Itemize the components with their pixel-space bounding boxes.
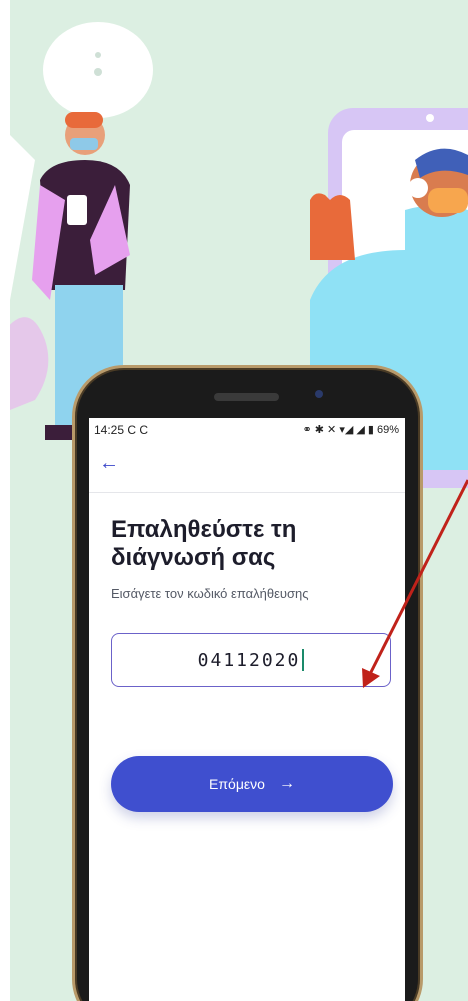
annotation-arrow: [362, 479, 468, 688]
illustration-background: 14:25 C C ⚭ ✱ ✕ ▾◢ ◢ ▮ 69% ← Επαληθεύστε…: [10, 0, 468, 1001]
